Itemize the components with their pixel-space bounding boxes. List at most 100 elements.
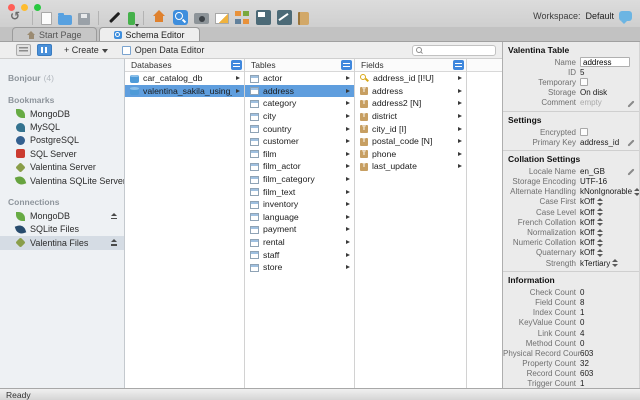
list-item-district[interactable]: district <box>355 110 466 123</box>
property-row-primary-key: Primary Keyaddress_id <box>503 137 639 147</box>
columns-view-button[interactable] <box>37 44 52 56</box>
book-icon[interactable] <box>298 12 309 25</box>
list-item-valentina-sakila-using-foreign-key[interactable]: valentina_sakila_using_foreign_key <box>125 85 244 98</box>
workspace-label: Workspace: <box>533 11 580 21</box>
chart-icon[interactable] <box>277 10 292 25</box>
eject-icon[interactable] <box>110 213 118 220</box>
list-item-inventory[interactable]: inventory <box>245 198 354 211</box>
sidebar-item-bonjour[interactable]: Bonjour(4) <box>0 71 124 85</box>
data-editor-icon[interactable] <box>194 13 209 24</box>
expand-arrow-icon <box>458 164 462 168</box>
edit-pencil-icon[interactable] <box>627 168 635 176</box>
form-icon[interactable] <box>256 10 271 25</box>
property-label: Comment <box>503 98 580 107</box>
sidebar-item-sqlite-files[interactable]: SQLite Files <box>0 223 124 236</box>
feedback-chat-icon[interactable] <box>619 11 632 21</box>
name-input[interactable] <box>580 57 630 67</box>
property-value-text: 0 <box>580 288 584 297</box>
checkbox[interactable] <box>580 128 588 136</box>
tab-schema-editor[interactable]: Schema Editor <box>99 27 200 41</box>
list-item-address2-n[interactable]: address2 [N] <box>355 97 466 110</box>
list-item-city-id-i[interactable]: city_id [I] <box>355 122 466 135</box>
list-item-address-id-i-u[interactable]: address_id [I!U] <box>355 72 466 85</box>
search-input[interactable] <box>425 46 492 55</box>
expand-arrow-icon <box>346 265 350 269</box>
list-item-film-actor[interactable]: film_actor <box>245 160 354 173</box>
select-arrows-icon[interactable] <box>597 208 603 216</box>
property-row-quaternary: QuaternarykOff <box>503 248 639 258</box>
sidebar-item-sql-server[interactable]: SQL Server <box>0 147 124 160</box>
list-item-car-catalog-db[interactable]: car_catalog_db <box>125 72 244 85</box>
list-item-payment[interactable]: payment <box>245 223 354 236</box>
tree-view-button[interactable] <box>16 44 31 56</box>
open-folder-icon[interactable] <box>58 15 72 25</box>
list-item-rental[interactable]: rental <box>245 236 354 249</box>
eject-icon[interactable] <box>110 239 118 246</box>
property-value-text: kOff <box>580 197 595 206</box>
list-item-address[interactable]: address <box>245 85 354 98</box>
property-value: 1 <box>580 379 636 388</box>
column-options-button[interactable] <box>341 60 352 70</box>
list-item-postal-code-n[interactable]: postal_code [N] <box>355 135 466 148</box>
sidebar-item-valentina-files[interactable]: Valentina Files <box>0 236 124 249</box>
list-item-staff[interactable]: staff <box>245 248 354 261</box>
tab-start-page[interactable]: Start Page <box>12 27 97 41</box>
sidebar-item-postgresql[interactable]: PostgreSQL <box>0 134 124 147</box>
edit-pencil-icon[interactable] <box>627 139 635 147</box>
new-file-icon[interactable] <box>41 12 52 25</box>
mysql-icon <box>16 123 25 132</box>
list-item-last-update[interactable]: last_update <box>355 160 466 173</box>
expand-arrow-icon <box>458 139 462 143</box>
browser-column-databases: Databasescar_catalog_dbvalentina_sakila_… <box>125 59 245 388</box>
list-item-store[interactable]: store <box>245 261 354 274</box>
schema-editor-icon[interactable] <box>173 10 188 25</box>
expand-arrow-icon <box>346 76 350 80</box>
property-row-locale-name: Locale Nameen_GB <box>503 166 639 176</box>
undo-icon[interactable] <box>9 10 24 25</box>
image-icon[interactable] <box>215 13 229 24</box>
property-value: 4 <box>580 329 636 338</box>
sidebar-item-valentina-sqlite-server[interactable]: Valentina SQLite Server <box>0 174 124 187</box>
table-icon <box>250 113 259 121</box>
list-item-film[interactable]: film <box>245 148 354 161</box>
create-button[interactable]: + Create <box>64 45 108 55</box>
expand-arrow-icon <box>346 164 350 168</box>
list-item-film-category[interactable]: film_category <box>245 173 354 186</box>
subtoolbar: + Create Open Data Editor <box>0 42 502 59</box>
select-arrows-icon[interactable] <box>597 218 603 226</box>
list-item-customer[interactable]: customer <box>245 135 354 148</box>
select-arrows-icon[interactable] <box>597 239 603 247</box>
sidebar-item-mongodb[interactable]: MongoDB <box>0 107 124 120</box>
column-options-button[interactable] <box>231 60 242 70</box>
sidebar-item-mongodb[interactable]: MongoDB <box>0 209 124 222</box>
list-item-category[interactable]: category <box>245 97 354 110</box>
list-item-phone[interactable]: phone <box>355 148 466 161</box>
edit-pencil-icon[interactable] <box>627 100 635 108</box>
list-item-label: address <box>263 86 342 96</box>
sidebar-item-valentina-server[interactable]: Valentina Server <box>0 161 124 174</box>
list-item-actor[interactable]: actor <box>245 72 354 85</box>
home-icon[interactable] <box>152 10 167 25</box>
select-arrows-icon[interactable] <box>597 229 603 237</box>
column-options-button[interactable] <box>453 60 464 70</box>
list-item-country[interactable]: country <box>245 122 354 135</box>
pen-icon[interactable] <box>107 10 122 25</box>
workspace-value[interactable]: Default <box>585 11 614 21</box>
list-item-address[interactable]: address <box>355 85 466 98</box>
list-item-city[interactable]: city <box>245 110 354 123</box>
diagram-icon[interactable] <box>235 10 250 25</box>
list-item-film-text[interactable]: film_text <box>245 185 354 198</box>
sidebar-item-mysql[interactable]: MySQL <box>0 120 124 133</box>
open-data-editor-checkbox[interactable]: Open Data Editor <box>122 45 205 55</box>
property-row-encrypted: Encrypted <box>503 127 639 137</box>
save-icon[interactable] <box>78 13 90 25</box>
power-icon[interactable] <box>128 12 135 25</box>
select-arrows-icon[interactable] <box>634 188 639 196</box>
inspector-section-title-information: Information <box>503 271 639 287</box>
select-arrows-icon[interactable] <box>612 259 618 267</box>
property-label: Link Count <box>503 329 580 338</box>
checkbox[interactable] <box>580 78 588 86</box>
select-arrows-icon[interactable] <box>597 249 603 257</box>
select-arrows-icon[interactable] <box>597 198 603 206</box>
list-item-language[interactable]: language <box>245 211 354 224</box>
